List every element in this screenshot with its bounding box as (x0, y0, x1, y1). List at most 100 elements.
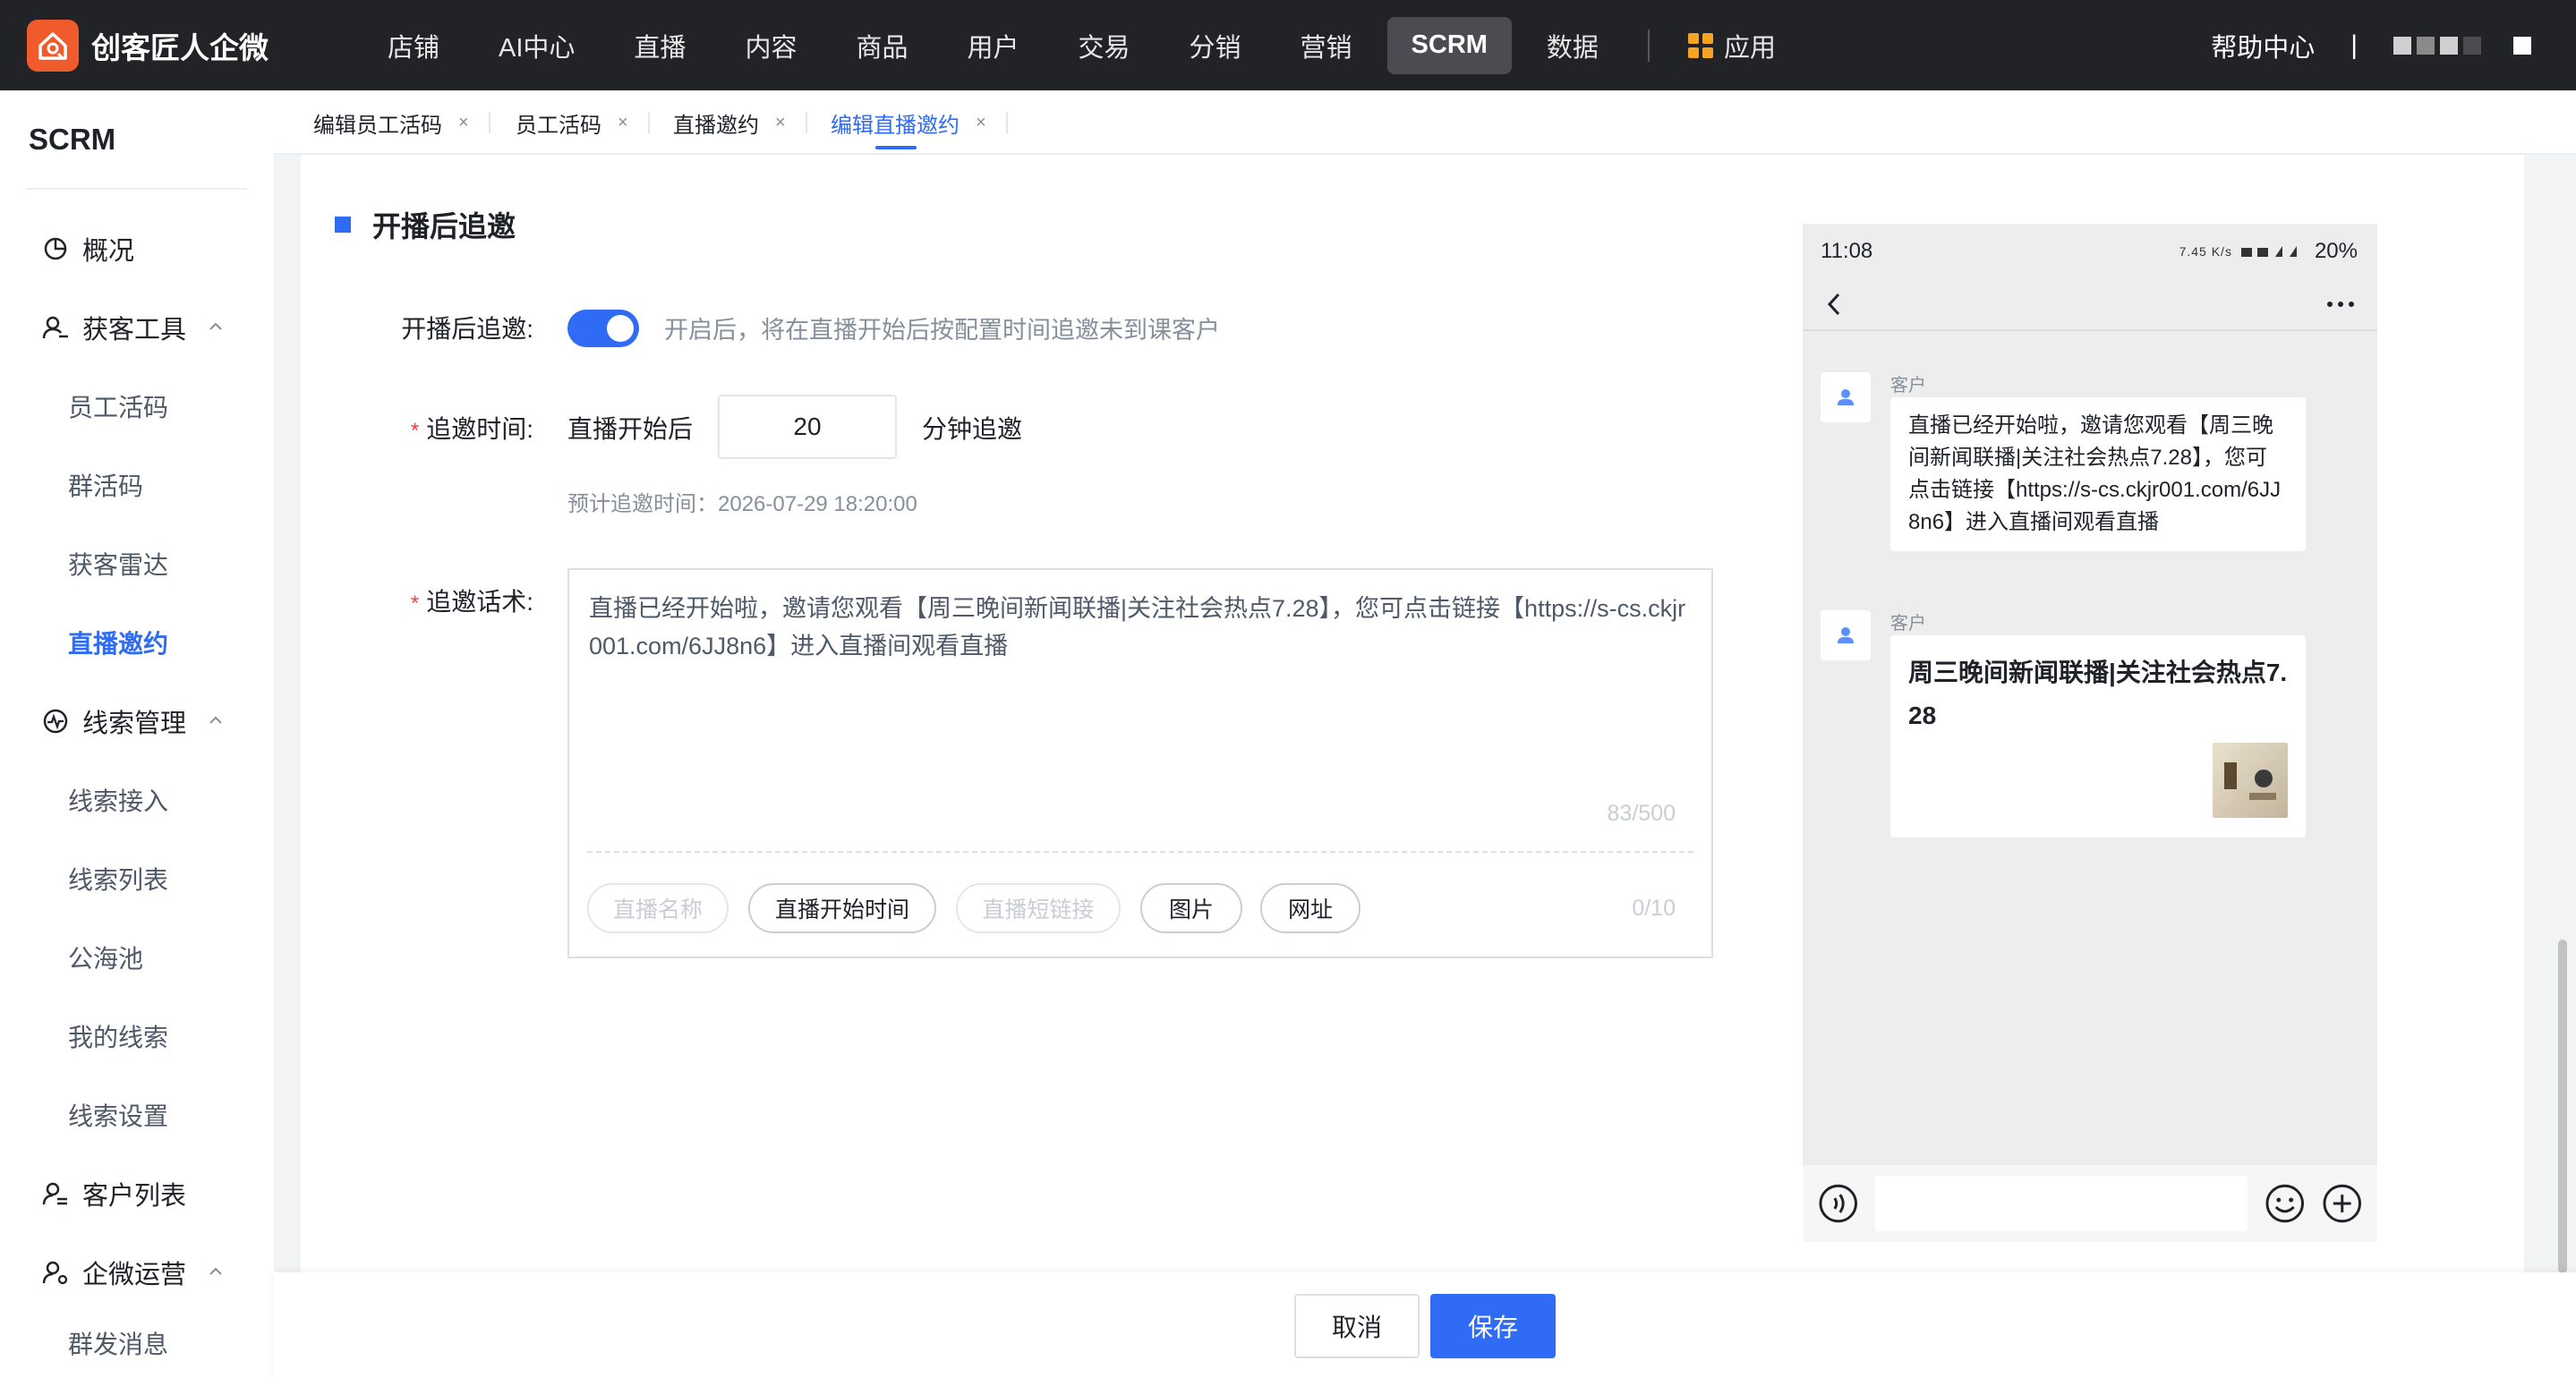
script-editor[interactable]: 直播已经开始啦，邀请您观看【周三晚间新闻联播|关注社会热点7.28】，您可点击链… (567, 568, 1713, 958)
required-mark: * (410, 419, 420, 443)
user-avatar-icon (1838, 627, 1854, 643)
chat-text-input (1875, 1176, 2248, 1231)
nav-right-divider: | (2350, 30, 2358, 60)
apps-grid-icon (1687, 32, 1713, 58)
sidebar-item-public-pool[interactable]: 公海池 (0, 918, 274, 997)
time-prefix: 直播开始后 (567, 415, 694, 443)
user-menu-icon[interactable] (2513, 36, 2531, 55)
sidebar-item-my-leads[interactable]: 我的线索 (0, 997, 274, 1076)
tab-edit-staff-code[interactable]: 编辑员工活码 × (313, 90, 469, 155)
close-icon[interactable]: × (458, 113, 469, 133)
insert-live-start-time-button[interactable]: 直播开始时间 (748, 883, 936, 933)
time-suffix: 分钟追邀 (922, 415, 1023, 443)
sidebar-item-label: 概况 (82, 237, 135, 266)
tab-divider (648, 112, 650, 133)
script-textarea[interactable]: 直播已经开始啦，邀请您观看【周三晚间新闻联播|关注社会热点7.28】，您可点击链… (589, 590, 1699, 665)
sidebar-item-lead-settings[interactable]: 线索设置 (0, 1076, 274, 1154)
time-label: * 追邀时间: (301, 410, 533, 446)
tab-label: 编辑员工活码 (313, 113, 442, 138)
chevron-up-icon (209, 1267, 222, 1275)
nav-distribution[interactable]: 分销 (1165, 17, 1266, 74)
nav-users[interactable]: 用户 (943, 17, 1043, 74)
attachment-count: 0/10 (1632, 896, 1676, 921)
user-add-icon (42, 316, 68, 339)
tab-label: 直播邀约 (673, 113, 759, 138)
save-button[interactable]: 保存 (1430, 1294, 1556, 1358)
page-tabs: 编辑员工活码 × 员工活码 × 直播邀约 × 编辑直播邀约 × (274, 90, 2576, 155)
sidebar-item-live-invite[interactable]: 直播邀约 (0, 603, 274, 682)
sidebar-group-acquisition[interactable]: 获客工具 (0, 288, 274, 367)
chat-header (1803, 279, 2377, 331)
close-icon[interactable]: × (618, 113, 628, 133)
toggle-label-text: 开播后追邀: (401, 315, 533, 343)
plus-icon (2322, 1184, 2361, 1223)
message-sender: 客户 (1890, 376, 1926, 396)
section-title: 开播后追邀 (335, 204, 516, 245)
nav-scrm[interactable]: SCRM (1386, 16, 1512, 74)
nav-store[interactable]: 店铺 (363, 17, 464, 74)
sidebar-group-wecom-ops[interactable]: 企微运营 (0, 1233, 274, 1312)
tab-divider (1006, 112, 1008, 133)
back-arrow-icon (1827, 293, 1840, 316)
minutes-input[interactable]: 20 (718, 395, 897, 459)
sidebar-item-radar[interactable]: 获客雷达 (0, 524, 274, 603)
user-avatar[interactable] (2393, 36, 2481, 55)
phone-status-bar: 11:08 7.45 K/s 20% (1803, 224, 2377, 279)
nav-trade[interactable]: 交易 (1053, 17, 1154, 74)
tab-divider (806, 112, 807, 133)
user-settings-icon (42, 1261, 68, 1285)
link-card-thumbnail (2213, 743, 2288, 818)
sidebar-item-lead-list[interactable]: 线索列表 (0, 839, 274, 918)
script-char-count: 83/500 (1607, 801, 1676, 826)
main-content: 开播后追邀 开播后追邀: 开启后，将在直播开始后按配置时间追邀未到课客户 * 追邀… (301, 155, 2524, 1273)
battery-level: 20% (2314, 239, 2358, 263)
sidebar-group-leads[interactable]: 线索管理 (0, 682, 274, 761)
nav-live[interactable]: 直播 (610, 17, 710, 74)
network-speed: 7.45 K/s (2179, 244, 2232, 259)
chat-bubble-text: 直播已经开始啦，邀请您观看【周三晚间新闻联播|关注社会热点7.28】，您可点击链… (1890, 397, 2306, 551)
sidebar: SCRM 概况 获客工具 员工活码 群活码 获客雷达 直播邀约 线索管理 线索接… (0, 90, 274, 1378)
message-sender: 客户 (1890, 614, 1926, 634)
voice-icon (1819, 1184, 1858, 1223)
action-footer: 取消 保存 (274, 1272, 2576, 1378)
nav-divider (1647, 29, 1650, 62)
nav-ai-center[interactable]: AI中心 (474, 17, 599, 74)
nav-marketing[interactable]: 营销 (1276, 17, 1377, 74)
section-title-text: 开播后追邀 (372, 210, 516, 242)
sidebar-group-label: 线索管理 (82, 710, 187, 738)
sidebar-item-group-code[interactable]: 群活码 (0, 446, 274, 524)
emoji-icon (2265, 1184, 2305, 1223)
sidebar-title: SCRM (29, 123, 116, 156)
tab-live-invite[interactable]: 直播邀约 × (673, 90, 786, 155)
insert-image-button[interactable]: 图片 (1140, 883, 1242, 933)
brand-logo-icon (27, 19, 79, 72)
insert-live-short-link-button[interactable]: 直播短链接 (956, 883, 1121, 933)
close-icon[interactable]: × (976, 113, 986, 133)
help-center-link[interactable]: 帮助中心 (2211, 27, 2315, 64)
tab-staff-code[interactable]: 员工活码 × (516, 90, 628, 155)
nav-content[interactable]: 内容 (721, 17, 821, 74)
script-label-text: 追邀话术: (426, 588, 533, 616)
sidebar-item-customer-list[interactable]: 客户列表 (0, 1154, 274, 1233)
scrollbar-thumb[interactable] (2558, 940, 2567, 1273)
cancel-button[interactable]: 取消 (1294, 1294, 1420, 1358)
insert-live-name-button[interactable]: 直播名称 (587, 883, 729, 933)
nav-data[interactable]: 数据 (1523, 17, 1623, 74)
pulse-icon (43, 709, 68, 734)
sidebar-item-overview[interactable]: 概况 (0, 209, 274, 288)
nav-apps[interactable]: 应用 (1664, 17, 1800, 74)
follow-invite-toggle[interactable] (567, 310, 639, 347)
insert-url-button[interactable]: 网址 (1260, 883, 1361, 933)
tab-label: 编辑直播邀约 (831, 113, 960, 138)
nav-goods[interactable]: 商品 (832, 17, 932, 74)
sidebar-group-label: 获客工具 (82, 316, 187, 344)
sidebar-item-lead-access[interactable]: 线索接入 (0, 761, 274, 839)
tab-edit-live-invite[interactable]: 编辑直播邀约 × (831, 90, 986, 155)
brand[interactable]: 创客匠人企微 (27, 19, 331, 72)
sidebar-group-label: 企微运营 (82, 1261, 187, 1289)
close-icon[interactable]: × (775, 113, 786, 133)
sidebar-item-mass-message[interactable]: 群发消息 (0, 1312, 274, 1374)
top-navbar: 创客匠人企微 店铺 AI中心 直播 内容 商品 用户 交易 分销 营销 SCRM… (0, 0, 2576, 90)
phone-status-icons: 7.45 K/s 20% (2179, 239, 2358, 264)
sidebar-item-staff-code[interactable]: 员工活码 (0, 367, 274, 446)
